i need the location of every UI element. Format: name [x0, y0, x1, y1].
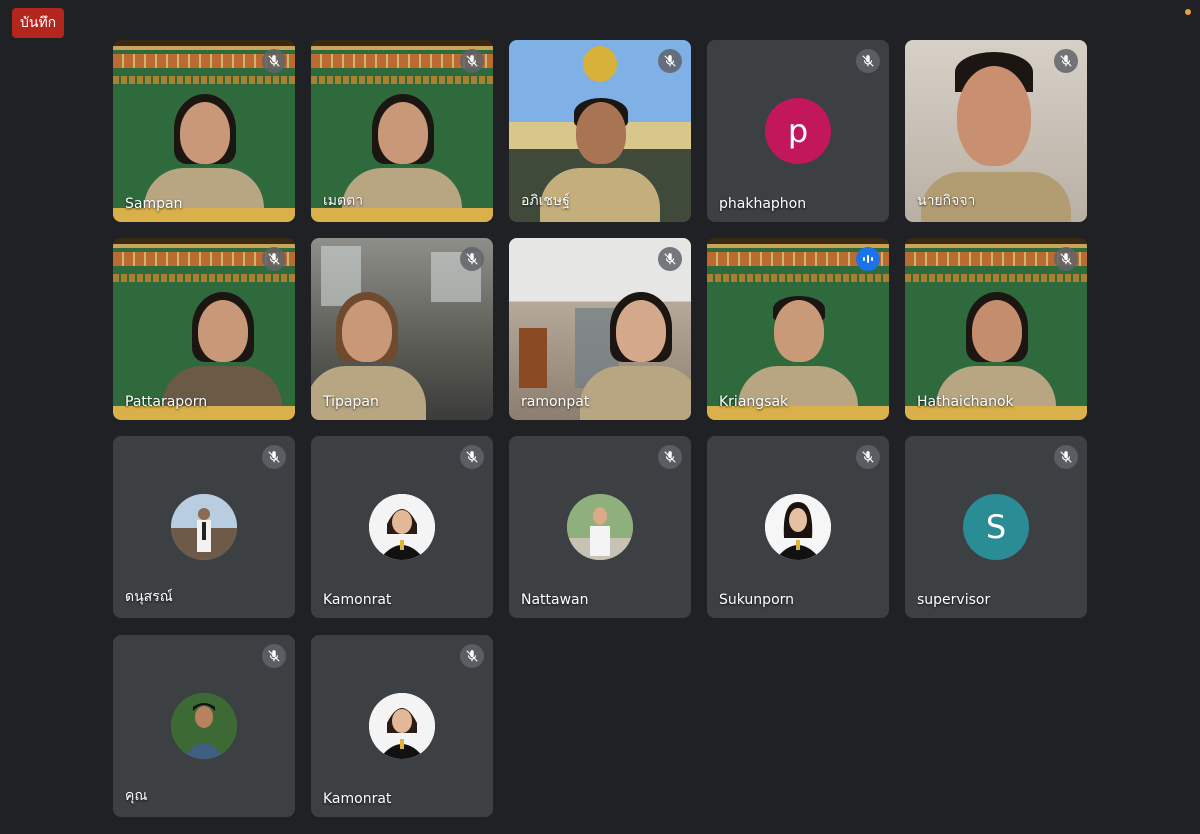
- school-emblem: [583, 46, 617, 82]
- avatar: [567, 494, 633, 560]
- participant-tile-pattaraporn[interactable]: Pattaraporn: [113, 238, 295, 420]
- participant-tile-kamonrat[interactable]: Kamonrat: [311, 436, 493, 618]
- participant-tile-nattawan[interactable]: Nattawan: [509, 436, 691, 618]
- participant-tile-phakhaphon[interactable]: p phakhaphon: [707, 40, 889, 222]
- status-dot: [1185, 9, 1191, 15]
- participant-tile-sukunporn[interactable]: Sukunporn: [707, 436, 889, 618]
- participant-name: Kamonrat: [323, 592, 392, 608]
- mic-off-icon: [460, 644, 484, 668]
- participant-video: [580, 292, 691, 420]
- mic-off-icon: [1054, 247, 1078, 271]
- participant-name: อภิเชษฐ์: [521, 193, 570, 209]
- participant-tile-kitja[interactable]: นายกิจจา: [905, 40, 1087, 222]
- participant-tile-supervisor[interactable]: S supervisor: [905, 436, 1087, 618]
- participant-tile-apichet[interactable]: อภิเชษฐ์: [509, 40, 691, 222]
- participant-name: Sukunporn: [719, 592, 795, 608]
- participant-name: supervisor: [917, 592, 991, 608]
- mic-off-icon: [1054, 445, 1078, 469]
- mic-off-icon: [856, 49, 880, 73]
- mic-off-icon: [460, 247, 484, 271]
- recording-badge: บันทึก: [12, 8, 65, 38]
- participant-name: Sampan: [125, 196, 183, 212]
- participant-name: นายกิจจา: [917, 193, 976, 209]
- banner-subtext: [905, 274, 1087, 282]
- participant-name: phakhaphon: [719, 196, 807, 212]
- participant-name: เมตตา: [323, 193, 364, 209]
- participant-name: Kamonrat: [323, 791, 392, 807]
- mic-off-icon: [262, 445, 286, 469]
- participant-tile-hathaichanok[interactable]: Hathaichanok: [905, 238, 1087, 420]
- participant-name: Pattaraporn: [125, 394, 208, 410]
- participant-tile-metta[interactable]: เมตตา: [311, 40, 493, 222]
- participant-name: ดนุสรณ์: [125, 589, 173, 605]
- banner-subtext: [113, 274, 295, 282]
- mic-off-icon: [262, 49, 286, 73]
- avatar: p: [765, 98, 831, 164]
- avatar: [369, 693, 435, 759]
- avatar: [369, 494, 435, 560]
- mic-off-icon: [658, 49, 682, 73]
- banner-subtext: [311, 76, 493, 84]
- mic-off-icon: [856, 445, 880, 469]
- avatar: [171, 494, 237, 560]
- mic-off-icon: [658, 247, 682, 271]
- participant-tile-kamonrat-2[interactable]: Kamonrat: [311, 635, 493, 817]
- participant-name: ramonpat: [521, 394, 590, 410]
- participant-name: คุณ: [125, 788, 148, 804]
- participant-tile-danusorn[interactable]: ดนุสรณ์: [113, 436, 295, 618]
- mic-off-icon: [460, 49, 484, 73]
- mic-off-icon: [262, 644, 286, 668]
- participant-name: Nattawan: [521, 592, 589, 608]
- avatar: [765, 494, 831, 560]
- mic-off-icon: [658, 445, 682, 469]
- mic-off-icon: [262, 247, 286, 271]
- participant-tile-sampan[interactable]: Sampan: [113, 40, 295, 222]
- participant-tile-you[interactable]: คุณ: [113, 635, 295, 817]
- avatar: [171, 693, 237, 759]
- mic-off-icon: [1054, 49, 1078, 73]
- participant-tile-tipapan[interactable]: Tipapan: [311, 238, 493, 420]
- participant-name: Hathaichanok: [917, 394, 1014, 410]
- participant-tile-kriangsak[interactable]: Kriangsak: [707, 238, 889, 420]
- avatar: S: [963, 494, 1029, 560]
- audio-level-icon: [856, 247, 880, 271]
- participant-name: Tipapan: [323, 394, 379, 410]
- banner-subtext: [113, 76, 295, 84]
- banner-subtext: [707, 274, 889, 282]
- mic-off-icon: [460, 445, 484, 469]
- participant-tile-ramonpat[interactable]: ramonpat: [509, 238, 691, 420]
- participant-name: Kriangsak: [719, 394, 789, 410]
